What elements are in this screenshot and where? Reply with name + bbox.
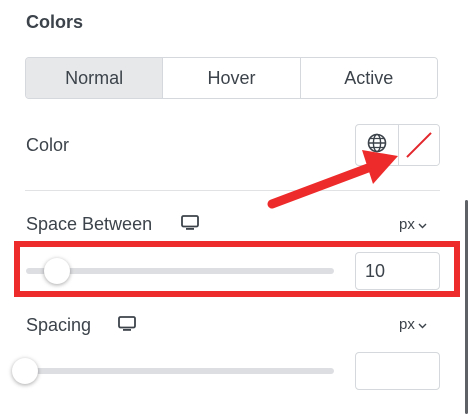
space-between-slider[interactable] xyxy=(26,268,334,274)
color-swatch[interactable] xyxy=(399,125,439,165)
desktop-icon[interactable] xyxy=(181,215,199,231)
globe-icon xyxy=(367,133,387,158)
state-tabs: Normal Hover Active xyxy=(25,57,438,99)
chevron-down-icon xyxy=(418,216,427,233)
spacing-input[interactable] xyxy=(355,352,440,390)
slider-handle[interactable] xyxy=(44,258,70,284)
desktop-icon[interactable] xyxy=(118,316,136,332)
global-colors-button[interactable] xyxy=(356,125,399,165)
tab-normal[interactable]: Normal xyxy=(26,58,164,98)
scrollbar[interactable] xyxy=(465,200,468,414)
color-label: Color xyxy=(26,135,70,155)
unit-label: px xyxy=(399,216,415,233)
spacing-slider[interactable] xyxy=(26,368,334,374)
space-between-label: Space Between xyxy=(26,214,153,234)
space-between-input[interactable] xyxy=(355,252,440,290)
tab-hover[interactable]: Hover xyxy=(163,58,301,98)
slider-handle[interactable] xyxy=(12,358,38,384)
unit-selector[interactable]: px xyxy=(399,216,427,233)
divider xyxy=(25,190,440,191)
unit-label: px xyxy=(399,316,415,333)
chevron-down-icon xyxy=(418,316,427,333)
color-controls xyxy=(355,124,440,166)
unit-selector[interactable]: px xyxy=(399,316,427,333)
tab-active[interactable]: Active xyxy=(300,58,437,98)
section-title: Colors xyxy=(26,12,84,32)
spacing-label: Spacing xyxy=(26,315,92,335)
